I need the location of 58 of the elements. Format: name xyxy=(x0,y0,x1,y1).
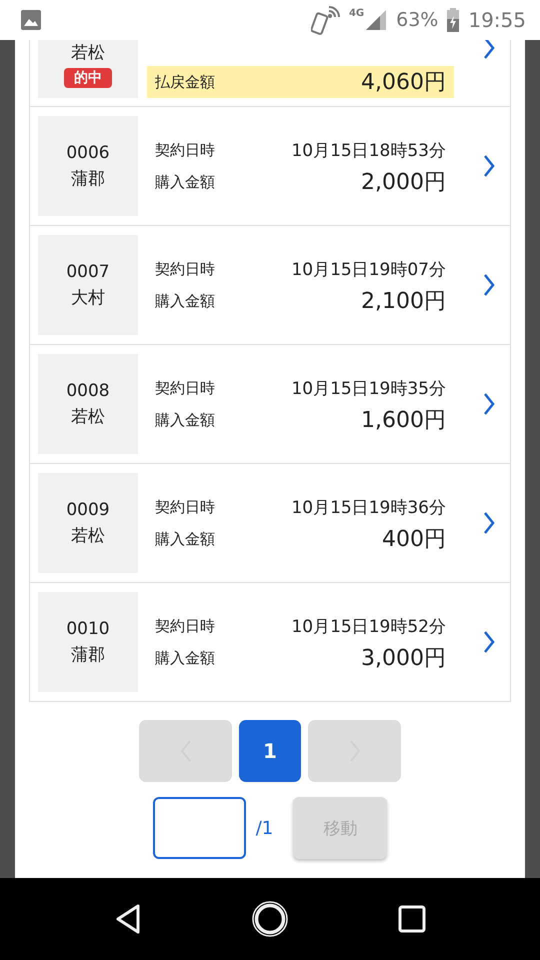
back-icon[interactable] xyxy=(114,903,142,935)
venue-name: 若松 xyxy=(71,525,105,547)
ticket-number: 0010 xyxy=(66,618,110,640)
amount-value: 2,100円 xyxy=(361,288,446,316)
battery-charging-icon xyxy=(446,8,460,32)
chevron-right-icon xyxy=(482,392,496,416)
page-button[interactable]: 1 xyxy=(239,720,301,782)
date-value: 10月15日19時52分 xyxy=(291,616,446,638)
ticket-row[interactable]: 0006 蒲郡 契約日時 10月15日18時53分 購入金額 2,000円 xyxy=(30,106,510,225)
amount-value: 1,600円 xyxy=(361,407,446,435)
ticket-row[interactable]: 0010 蒲郡 契約日時 10月15日19時52分 購入金額 3,000円 xyxy=(30,582,510,701)
date-value: 10月15日18時53分 xyxy=(291,140,446,162)
date-label: 契約日時 xyxy=(155,378,215,398)
payout-row: 払戻金額 4,060円 xyxy=(147,66,454,98)
venue-name: 若松 xyxy=(71,42,105,64)
signal-icon xyxy=(364,8,388,32)
date-label: 契約日時 xyxy=(155,498,215,516)
hit-badge: 的中 xyxy=(64,68,112,88)
ticket-number: 0006 xyxy=(66,142,110,164)
date-label: 契約日時 xyxy=(155,260,215,278)
amount-value: 3,000円 xyxy=(361,645,446,673)
amount-label: 購入金額 xyxy=(155,648,215,668)
ticket-number: 0008 xyxy=(66,380,110,402)
page-total: /1 xyxy=(256,818,274,838)
recents-icon[interactable] xyxy=(398,905,426,933)
ticket-row[interactable]: 若松 的中 払戻金額 4,060円 xyxy=(30,40,510,106)
phone-vibrate-icon xyxy=(310,5,341,35)
clock: 19:55 xyxy=(468,8,526,32)
date-label: 契約日時 xyxy=(155,140,215,160)
home-icon[interactable] xyxy=(250,900,289,938)
chevron-right-icon xyxy=(482,511,496,535)
amount-label: 購入金額 xyxy=(155,530,215,548)
venue-name: 若松 xyxy=(71,406,105,428)
amount-value: 2,000円 xyxy=(361,169,446,197)
ticket-row[interactable]: 0008 若松 契約日時 10月15日19時35分 購入金額 1,600円 xyxy=(30,344,510,463)
ticket-row[interactable]: 0007 大村 契約日時 10月15日19時07分 購入金額 2,100円 xyxy=(30,225,510,344)
battery-percent: 63% xyxy=(396,9,438,31)
date-value: 10月15日19時36分 xyxy=(291,496,446,518)
venue-name: 蒲郡 xyxy=(71,644,105,666)
page-number-field[interactable] xyxy=(152,797,246,859)
ticket-number: 0009 xyxy=(66,499,110,521)
ticket-row[interactable]: 0009 若松 契約日時 10月15日19時36分 購入金額 400円 xyxy=(30,463,510,582)
ticket-number: 0007 xyxy=(66,261,110,283)
amount-value: 400円 xyxy=(382,526,446,554)
chevron-right-icon xyxy=(482,273,496,297)
chevron-right-icon xyxy=(482,40,496,60)
network-label: 4G xyxy=(348,8,364,19)
date-value: 10月15日19時35分 xyxy=(291,378,446,400)
amount-label: 購入金額 xyxy=(155,172,215,192)
date-label: 契約日時 xyxy=(155,616,215,636)
image-icon xyxy=(20,9,42,31)
date-value: 10月15日19時07分 xyxy=(291,258,446,280)
venue-name: 蒲郡 xyxy=(71,168,105,190)
amount-label: 購入金額 xyxy=(155,410,215,430)
chevron-right-icon xyxy=(482,630,496,654)
amount-label: 購入金額 xyxy=(155,292,215,310)
venue-name: 大村 xyxy=(71,287,105,309)
chevron-right-icon xyxy=(482,154,496,178)
